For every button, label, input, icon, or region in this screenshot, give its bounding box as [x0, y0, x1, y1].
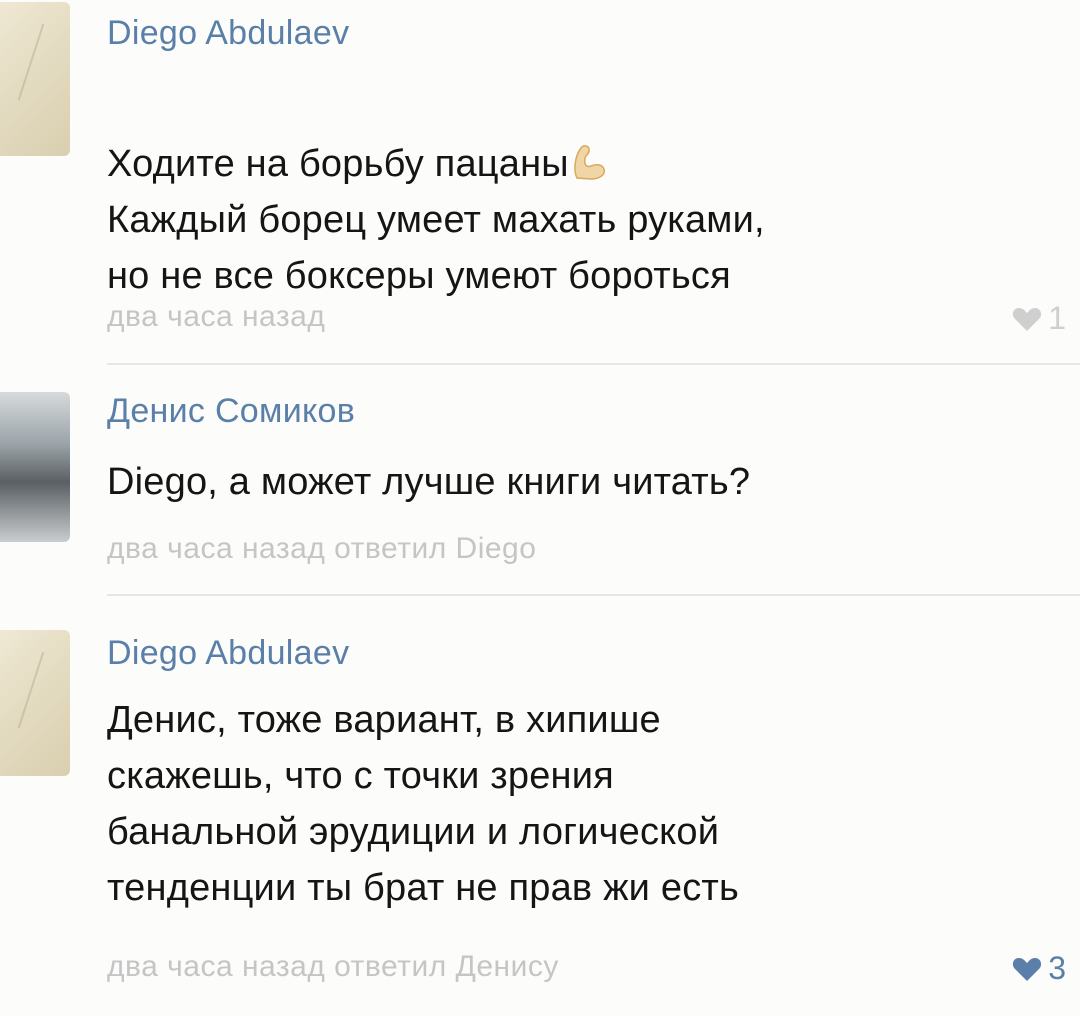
heart-icon [1013, 957, 1042, 981]
comment-text-line: Ходите на борьбу пацаны [107, 143, 569, 185]
comment-text: Diego, а может лучше книги читать? [107, 461, 751, 503]
comment-timestamp: два часа назад [107, 300, 326, 333]
like-button[interactable]: 1 [1012, 300, 1066, 337]
avatar[interactable] [0, 630, 70, 776]
comment-author[interactable]: Diego Abdulaev [107, 634, 349, 673]
comment-author[interactable]: Денис Сомиков [107, 392, 355, 431]
flexed-biceps-icon [573, 145, 605, 180]
comment-timestamp: два часа назад ответил Денису [107, 950, 559, 983]
comment-divider [107, 594, 1080, 596]
comment-timestamp: два часа назад ответил Diego [107, 532, 537, 565]
comment-author[interactable]: Diego Abdulaev [107, 14, 349, 53]
comment-feed: Diego Abdulaev Ходите на борьбу пацаны К… [0, 0, 1080, 1016]
comment-text: Денис, тоже вариант, в хипише скажешь, ч… [107, 699, 740, 909]
like-count: 1 [1048, 300, 1066, 336]
comment-text-rest: Каждый борец умеет махать руками, но не … [107, 199, 765, 297]
heart-icon [1013, 307, 1042, 331]
like-button[interactable]: 3 [1012, 950, 1066, 987]
avatar[interactable] [0, 2, 70, 156]
comment-divider [107, 363, 1080, 365]
like-count: 3 [1048, 950, 1066, 986]
avatar[interactable] [0, 392, 70, 542]
